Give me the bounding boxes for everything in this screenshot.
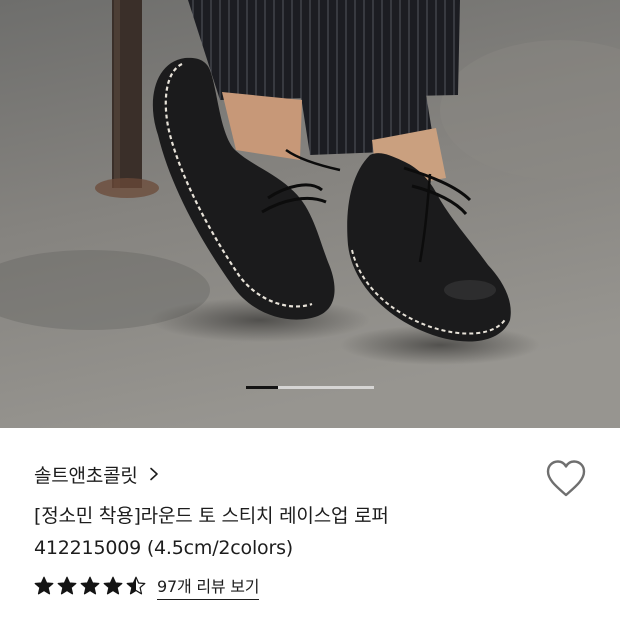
heart-outline-icon[interactable] [544,458,588,500]
brand-name: 솔트앤초콜릿 [34,464,138,487]
product-image-carousel[interactable] [0,0,620,428]
star-filled-icon [34,576,54,595]
star-rating [34,576,149,596]
rating-row: 97개 리뷰 보기 [34,572,260,600]
chevron-right-icon [149,467,158,481]
product-title: [정소민 착용]라운드 토 스티치 레이스업 로퍼 412215009 (4.5… [34,500,594,564]
carousel-progress-track [246,386,374,389]
product-title-line: [정소민 착용]라운드 토 스티치 레이스업 로퍼 [34,505,389,527]
product-code-line: 412215009 (4.5cm/2colors) [34,537,294,559]
carousel-progress-indicator [246,386,278,389]
product-detail-screen: 솔트앤초콜릿 [정소민 착용]라운드 토 스티치 레이스업 로퍼 4122150… [0,0,620,620]
product-photo [0,0,620,428]
review-link[interactable]: 97개 리뷰 보기 [157,573,260,600]
star-filled-icon [57,576,77,595]
brand-link[interactable]: 솔트앤초콜릿 [34,460,160,488]
star-half-icon [126,576,146,595]
star-filled-icon [80,576,100,595]
star-filled-icon [103,576,123,595]
